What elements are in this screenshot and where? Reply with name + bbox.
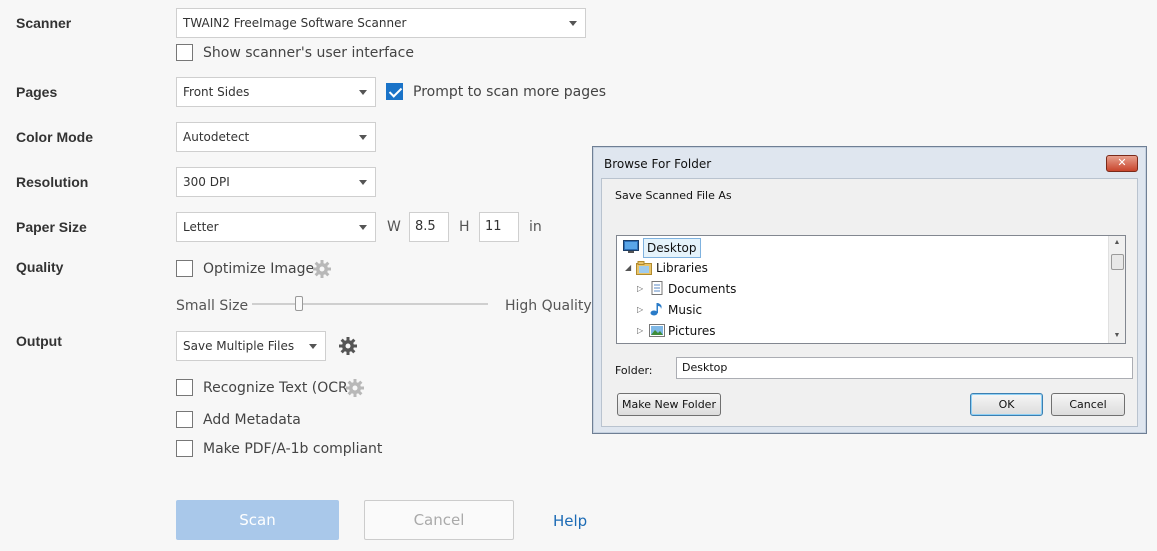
libraries-icon <box>636 261 652 275</box>
unit-label: in <box>529 219 542 235</box>
prompt-more-pages-label: Prompt to scan more pages <box>413 84 607 100</box>
dialog-cancel-button[interactable]: Cancel <box>1051 393 1125 416</box>
chevron-down-icon <box>569 21 577 26</box>
output-select-value: Save Multiple Files <box>183 339 295 353</box>
dialog-body: Save Scanned File As Desktop ◢ Libraries… <box>601 178 1138 427</box>
quality-slider-thumb[interactable] <box>295 296 304 311</box>
pdfa-checkbox[interactable] <box>176 440 193 457</box>
scroll-down-icon[interactable]: ▼ <box>1109 329 1125 343</box>
tree-item-label: Music <box>668 303 703 317</box>
folder-tree[interactable]: Desktop ◢ Libraries ▷ Documents ▷ Music … <box>616 235 1126 344</box>
dialog-title: Browse For Folder <box>604 157 712 171</box>
chevron-down-icon <box>309 344 317 349</box>
pdfa-label: Make PDF/A-1b compliant <box>203 441 383 457</box>
tree-item-label: Desktop <box>643 238 701 258</box>
desktop-icon <box>623 240 639 253</box>
chevron-down-icon <box>359 90 367 95</box>
color-mode-label: Color Mode <box>16 129 93 145</box>
gear-icon[interactable] <box>312 259 332 279</box>
collapsed-arrow-icon[interactable]: ▷ <box>637 322 643 340</box>
make-new-folder-button[interactable]: Make New Folder <box>617 393 721 416</box>
height-input[interactable]: 11 <box>479 212 519 242</box>
tree-item-music[interactable]: ▷ Music <box>623 301 823 319</box>
help-link[interactable]: Help <box>553 512 587 530</box>
optimize-image-checkbox[interactable] <box>176 260 193 277</box>
scroll-up-icon[interactable]: ▲ <box>1109 236 1125 250</box>
show-ui-label: Show scanner's user interface <box>203 45 414 61</box>
pictures-icon <box>649 324 665 337</box>
optimize-image-label: Optimize Image <box>203 261 315 277</box>
tree-item-label: Documents <box>668 282 737 296</box>
pages-select-value: Front Sides <box>183 85 250 99</box>
expanded-arrow-icon[interactable]: ◢ <box>625 259 631 277</box>
scanner-select-value: TWAIN2 FreeImage Software Scanner <box>183 16 407 30</box>
width-label: W <box>387 219 401 235</box>
width-input[interactable]: 8.5 <box>409 212 449 242</box>
paper-size-select[interactable]: Letter <box>176 212 376 242</box>
browse-folder-dialog: Browse For Folder ✕ Save Scanned File As… <box>592 146 1147 434</box>
high-quality-label: High Quality <box>505 298 592 314</box>
scan-button[interactable]: Scan <box>176 500 339 540</box>
folder-label: Folder: <box>615 364 653 377</box>
small-size-label: Small Size <box>176 298 249 314</box>
height-label: H <box>459 219 470 235</box>
paper-size-label: Paper Size <box>16 219 87 235</box>
scanner-select[interactable]: TWAIN2 FreeImage Software Scanner <box>176 8 586 38</box>
paper-size-select-value: Letter <box>183 220 219 234</box>
documents-icon <box>651 281 663 295</box>
output-select[interactable]: Save Multiple Files <box>176 331 326 361</box>
chevron-down-icon <box>359 180 367 185</box>
metadata-checkbox[interactable] <box>176 411 193 428</box>
gear-icon[interactable] <box>345 378 365 398</box>
quality-slider-track[interactable] <box>252 303 488 305</box>
chevron-down-icon <box>359 225 367 230</box>
tree-item-label: Pictures <box>668 324 716 338</box>
metadata-label: Add Metadata <box>203 412 301 428</box>
cancel-button[interactable]: Cancel <box>364 500 514 540</box>
close-icon[interactable]: ✕ <box>1106 155 1138 172</box>
gear-icon[interactable] <box>338 336 358 356</box>
pages-label: Pages <box>16 84 58 100</box>
output-label: Output <box>16 333 62 349</box>
prompt-more-pages-checkbox[interactable] <box>386 83 403 100</box>
tree-item-documents[interactable]: ▷ Documents <box>623 280 823 298</box>
folder-input[interactable]: Desktop <box>676 357 1133 379</box>
color-mode-select[interactable]: Autodetect <box>176 122 376 152</box>
scanner-label: Scanner <box>16 15 72 31</box>
tree-item-pictures[interactable]: ▷ Pictures <box>623 322 823 340</box>
collapsed-arrow-icon[interactable]: ▷ <box>637 280 643 298</box>
music-icon <box>650 303 662 316</box>
dialog-description: Save Scanned File As <box>615 189 732 202</box>
resolution-select[interactable]: 300 DPI <box>176 167 376 197</box>
scrollbar-thumb[interactable] <box>1111 254 1124 270</box>
show-ui-checkbox[interactable] <box>176 44 193 61</box>
resolution-label: Resolution <box>16 174 89 190</box>
chevron-down-icon <box>359 135 367 140</box>
tree-item-libraries[interactable]: ◢ Libraries <box>623 259 823 277</box>
ocr-label: Recognize Text (OCR) <box>203 380 354 396</box>
tree-item-label: Libraries <box>656 261 708 275</box>
color-mode-select-value: Autodetect <box>183 130 250 144</box>
collapsed-arrow-icon[interactable]: ▷ <box>637 301 643 319</box>
ocr-checkbox[interactable] <box>176 379 193 396</box>
ok-button[interactable]: OK <box>970 393 1043 416</box>
quality-label: Quality <box>16 259 64 275</box>
tree-scrollbar[interactable]: ▲ ▼ <box>1108 236 1125 343</box>
pages-select[interactable]: Front Sides <box>176 77 376 107</box>
resolution-select-value: 300 DPI <box>183 175 230 189</box>
